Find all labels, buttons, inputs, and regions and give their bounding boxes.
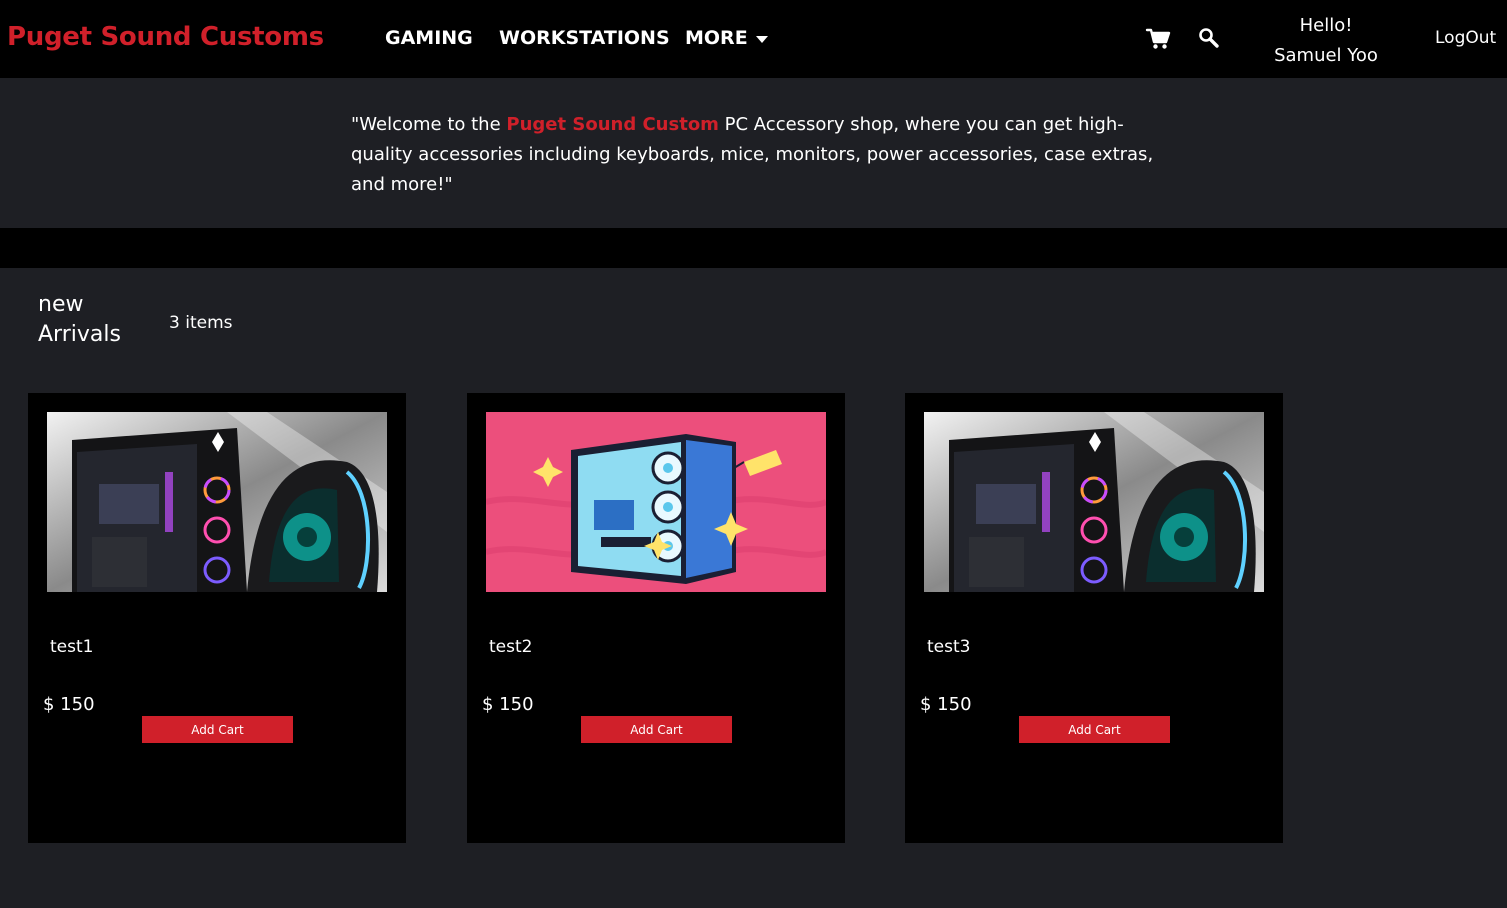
pc-case-illustration: [486, 412, 826, 592]
nav-gaming[interactable]: GAMING: [385, 27, 473, 49]
section-title: new Arrivals: [38, 290, 121, 350]
product-price: $ 150: [43, 694, 95, 715]
greeting-hello: Hello!: [1299, 15, 1353, 36]
product-name[interactable]: test3: [927, 637, 970, 657]
chevron-down-icon: [755, 36, 768, 43]
product-card: test2 $ 150 Add Cart: [467, 393, 845, 843]
product-name[interactable]: test1: [50, 637, 93, 657]
section-title-line2: Arrivals: [38, 322, 121, 347]
greeting-username: Samuel Yoo: [1274, 45, 1378, 66]
add-cart-button[interactable]: Add Cart: [581, 716, 732, 743]
section-title-line1: new: [38, 292, 84, 317]
welcome-message: "Welcome to the Puget Sound Custom PC Ac…: [351, 110, 1181, 200]
section-divider: [0, 228, 1507, 268]
add-cart-button[interactable]: Add Cart: [1019, 716, 1170, 743]
gaming-pc-image: [47, 412, 387, 592]
welcome-shop-name: Puget Sound Custom: [506, 114, 719, 135]
add-cart-button[interactable]: Add Cart: [142, 716, 293, 743]
product-image[interactable]: [924, 412, 1264, 592]
nav-workstations[interactable]: WORKSTATIONS: [499, 27, 670, 49]
product-card: test3 $ 150 Add Cart: [905, 393, 1283, 843]
product-price: $ 150: [920, 694, 972, 715]
product-image[interactable]: [47, 412, 387, 592]
nav-more-dropdown[interactable]: MORE: [685, 27, 768, 49]
search-icon: [1199, 28, 1219, 48]
search-button[interactable]: [1197, 26, 1223, 52]
welcome-text-start: "Welcome to the: [351, 114, 507, 135]
product-image[interactable]: [486, 412, 826, 592]
logout-link[interactable]: LogOut: [1435, 28, 1496, 48]
product-card: test1 $ 150 Add Cart: [28, 393, 406, 843]
cart-button[interactable]: [1145, 26, 1171, 52]
nav-more-label: MORE: [685, 27, 748, 49]
navbar: Puget Sound Customs GAMING WORKSTATIONS …: [0, 0, 1507, 78]
product-price: $ 150: [482, 694, 534, 715]
item-count: 3 items: [169, 313, 233, 333]
cart-icon: [1145, 28, 1171, 49]
user-greeting: Hello! Samuel Yoo: [1262, 11, 1390, 71]
gaming-pc-image: [924, 412, 1264, 592]
brand-logo[interactable]: Puget Sound Customs: [7, 22, 324, 52]
product-name[interactable]: test2: [489, 637, 532, 657]
